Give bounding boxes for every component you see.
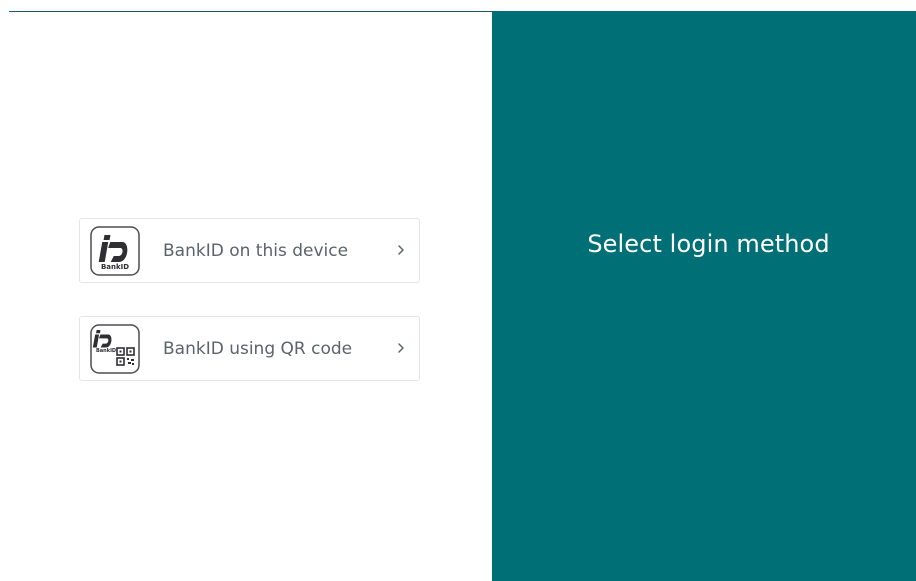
bankid-this-device-button[interactable]: BankID BankID on this device xyxy=(79,218,420,283)
page-title: Select login method xyxy=(587,230,830,258)
login-options-panel xyxy=(0,12,492,581)
login-info-panel: Select login method xyxy=(492,11,916,581)
login-page: BankID BankID on this device BankID Bank… xyxy=(0,0,916,581)
chevron-right-icon xyxy=(398,245,404,255)
bankid-this-device-label: BankID on this device xyxy=(163,241,349,261)
bankid-qr-logo-icon: BankID xyxy=(90,324,140,374)
svg-text:BankID: BankID xyxy=(96,348,116,354)
svg-text:BankID: BankID xyxy=(101,263,129,271)
chevron-right-icon xyxy=(398,343,404,353)
bankid-qr-code-label: BankID using QR code xyxy=(163,339,353,359)
bankid-logo-icon: BankID xyxy=(90,226,140,276)
bankid-qr-code-button[interactable]: BankID BankID using QR code xyxy=(79,316,420,381)
